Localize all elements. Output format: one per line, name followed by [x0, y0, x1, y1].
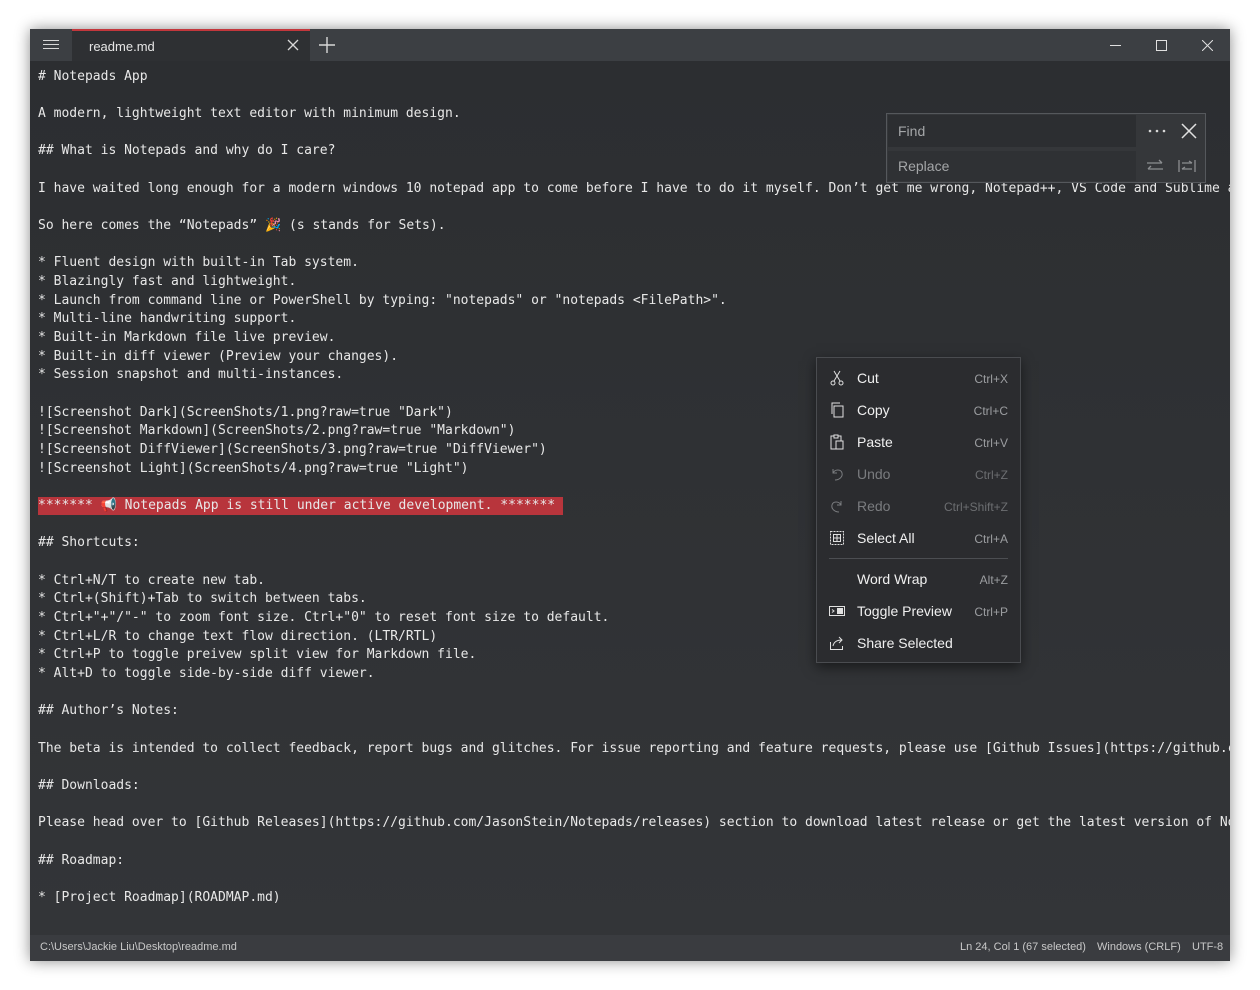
editor-line: * Ctrl+N/T to create new tab.: [38, 573, 265, 588]
line-ending[interactable]: Windows (CRLF): [1097, 941, 1181, 953]
editor-line: A modern, lightweight text editor with m…: [38, 106, 461, 121]
close-icon: [287, 39, 299, 51]
undo-icon: [832, 469, 843, 481]
plus-icon: [319, 37, 335, 53]
window-close-button[interactable]: [1184, 29, 1230, 61]
new-tab-button[interactable]: [316, 34, 338, 56]
find-replace-panel: Find Replace: [886, 113, 1206, 183]
editor-line: ![Screenshot Dark](ScreenShots/1.png?raw…: [38, 405, 453, 420]
minimize-icon: [1110, 45, 1121, 46]
close-icon: [1202, 40, 1213, 51]
editor-line: ![Screenshot Light](ScreenShots/4.png?ra…: [38, 461, 469, 476]
main-menu-button[interactable]: [30, 29, 72, 61]
replace-icon: [1147, 159, 1163, 170]
tab-close-button[interactable]: [284, 36, 302, 54]
close-icon: [1181, 123, 1197, 139]
menu-separator: [829, 558, 1008, 559]
replace-all-icon: [1178, 160, 1196, 172]
cursor-position[interactable]: Ln 24, Col 1 (67 selected): [960, 941, 1086, 953]
menu-item-label: Toggle Preview: [857, 603, 952, 619]
menu-item-label: Select All: [857, 530, 915, 546]
editor-line: * Ctrl+P to toggle preivew split view fo…: [38, 647, 477, 662]
editor-line: ## Author’s Notes:: [38, 703, 179, 718]
editor-line: So here comes the “Notepads” 🎉 (s stands…: [38, 218, 446, 233]
editor-line: ![Screenshot Markdown](ScreenShots/2.png…: [38, 423, 516, 438]
menu-item-shortcut: Ctrl+V: [974, 436, 1008, 450]
maximize-icon: [1156, 40, 1167, 51]
editor-line: ## Roadmap:: [38, 853, 125, 868]
context-menu: Cut Ctrl+X Copy Ctrl+C Paste Ctrl+V Undo…: [816, 357, 1021, 663]
hamburger-icon: [43, 40, 59, 50]
menu-item-shortcut: Ctrl+Shift+Z: [943, 500, 1008, 514]
editor-line: * Alt+D to toggle side-by-side diff view…: [38, 666, 375, 681]
more-options-button[interactable]: [1145, 119, 1169, 143]
replace-input[interactable]: Replace: [888, 151, 1136, 181]
replace-all-button[interactable]: [1175, 154, 1199, 178]
menu-item-word-wrap[interactable]: Word Wrap Alt+Z: [817, 563, 1020, 595]
scissors-icon: [830, 370, 844, 386]
share-icon: [830, 636, 843, 650]
menu-item-share-selected[interactable]: Share Selected: [817, 627, 1020, 659]
editor-line: * Ctrl+L/R to change text flow direction…: [38, 629, 438, 644]
find-input[interactable]: Find: [888, 115, 1136, 147]
encoding[interactable]: UTF-8: [1192, 941, 1223, 953]
menu-item-redo[interactable]: Redo Ctrl+Shift+Z: [817, 490, 1020, 522]
editor-line: * Blazingly fast and lightweight.: [38, 274, 297, 289]
menu-item-shortcut: Ctrl+Z: [975, 468, 1008, 482]
maximize-button[interactable]: [1138, 29, 1184, 61]
minimize-button[interactable]: [1092, 29, 1138, 61]
editor-line: * Fluent design with built-in Tab system…: [38, 255, 359, 270]
menu-item-shortcut: Ctrl+P: [974, 605, 1008, 619]
file-path[interactable]: C:\Users\Jackie Liu\Desktop\readme.md: [40, 941, 237, 953]
menu-item-toggle-preview[interactable]: Toggle Preview Ctrl+P: [817, 595, 1020, 627]
replace-button[interactable]: [1143, 154, 1167, 178]
select-all-icon: [830, 531, 844, 545]
menu-item-shortcut: Alt+Z: [979, 573, 1008, 587]
editor-line: ## Shortcuts:: [38, 535, 140, 550]
editor-line: * Built-in Markdown file live preview.: [38, 330, 336, 345]
menu-item-label: Undo: [857, 466, 891, 482]
editor-line: * [Project Roadmap](ROADMAP.md): [38, 890, 281, 905]
menu-item-undo[interactable]: Undo Ctrl+Z: [817, 458, 1020, 490]
menu-item-label: Paste: [857, 434, 893, 450]
paste-icon: [830, 434, 844, 450]
editor-line: ## What is Notepads and why do I care?: [38, 143, 336, 158]
tab-readme[interactable]: readme.md: [72, 29, 310, 61]
menu-item-copy[interactable]: Copy Ctrl+C: [817, 394, 1020, 426]
menu-item-shortcut: Ctrl+A: [974, 532, 1008, 546]
text-editor[interactable]: # Notepads App A modern, lightweight tex…: [30, 61, 1230, 935]
menu-item-select-all[interactable]: Select All Ctrl+A: [817, 522, 1020, 554]
preview-icon: [829, 606, 845, 616]
editor-line: ![Screenshot DiffViewer](ScreenShots/3.p…: [38, 442, 547, 457]
editor-line: * Session snapshot and multi-instances.: [38, 367, 344, 382]
menu-item-shortcut: Ctrl+X: [974, 372, 1008, 386]
find-close-button[interactable]: [1177, 119, 1201, 143]
menu-item-label: Redo: [857, 498, 891, 514]
status-bar: C:\Users\Jackie Liu\Desktop\readme.md Ln…: [30, 935, 1230, 961]
editor-line: * Ctrl+"+"/"-" to zoom font size. Ctrl+"…: [38, 610, 610, 625]
editor-line: The beta is intended to collect feedback…: [38, 741, 1230, 756]
editor-line: Please head over to [Github Releases](ht…: [38, 815, 1230, 830]
menu-item-paste[interactable]: Paste Ctrl+V: [817, 426, 1020, 458]
app-window: readme.md # Notepads App A modern, light…: [30, 29, 1230, 961]
selected-line: ******* 📢 Notepads App is still under ac…: [38, 497, 564, 515]
editor-line: # Notepads App: [38, 69, 148, 84]
editor-line: * Multi-line handwriting support.: [38, 311, 297, 326]
menu-item-label: Share Selected: [857, 635, 953, 651]
editor-line: * Launch from command line or PowerShell…: [38, 293, 727, 308]
menu-item-label: Copy: [857, 402, 890, 418]
title-bar: readme.md: [30, 29, 1230, 61]
menu-item-label: Word Wrap: [857, 571, 928, 587]
menu-item-label: Cut: [857, 370, 879, 386]
menu-item-shortcut: Ctrl+C: [973, 404, 1008, 418]
editor-line: * Ctrl+(Shift)+Tab to switch between tab…: [38, 591, 367, 606]
editor-line: * Built-in diff viewer (Preview your cha…: [38, 349, 399, 364]
redo-icon: [831, 501, 842, 513]
tab-title: readme.md: [89, 39, 155, 54]
menu-item-cut[interactable]: Cut Ctrl+X: [817, 362, 1020, 394]
editor-line: ## Downloads:: [38, 778, 140, 793]
copy-icon: [831, 402, 844, 418]
more-icon: [1148, 129, 1166, 133]
